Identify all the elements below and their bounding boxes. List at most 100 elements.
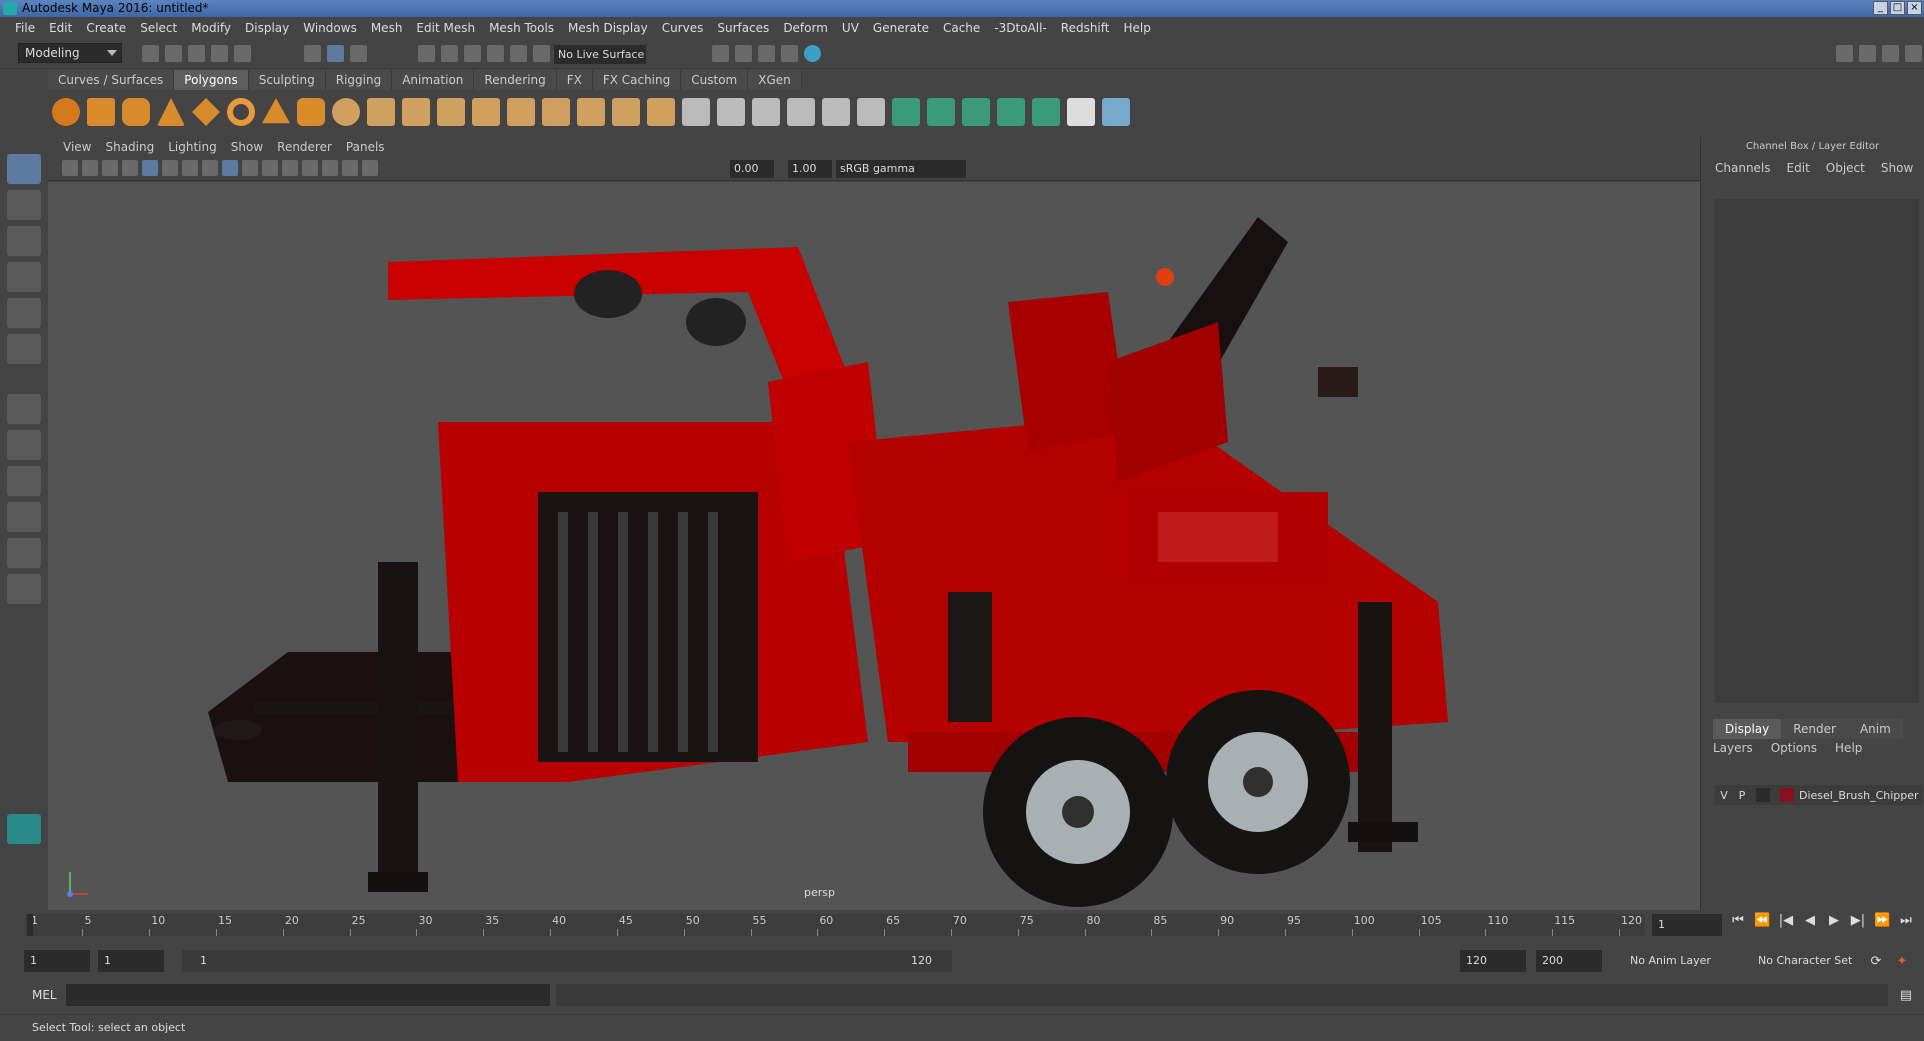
mode-selector[interactable]: Modeling bbox=[18, 43, 122, 63]
shelf-tab-sculpting[interactable]: Sculpting bbox=[248, 70, 326, 90]
render-settings-icon[interactable] bbox=[758, 45, 775, 62]
channel-menu-edit[interactable]: Edit bbox=[1787, 157, 1810, 179]
combine-icon[interactable] bbox=[332, 98, 360, 126]
xray-icon[interactable] bbox=[342, 160, 358, 176]
go-to-end-icon[interactable]: ⏭ bbox=[1898, 913, 1914, 929]
shelf-tab-rendering[interactable]: Rendering bbox=[474, 70, 557, 90]
modeling-toolkit-icon[interactable] bbox=[1836, 45, 1853, 62]
layer-visibility-toggle[interactable]: V bbox=[1715, 789, 1733, 802]
play-backwards-icon[interactable]: ◀ bbox=[1802, 913, 1818, 929]
rotate-tool-icon[interactable] bbox=[7, 298, 41, 328]
anim-preferences-icon[interactable]: ✦ bbox=[1894, 954, 1910, 970]
poly-sphere-icon[interactable] bbox=[52, 98, 80, 126]
graph-layout-icon[interactable] bbox=[7, 538, 41, 568]
gamma-field[interactable]: 1.00 bbox=[788, 160, 832, 178]
poke-icon[interactable] bbox=[787, 98, 815, 126]
viewport-menu-panels[interactable]: Panels bbox=[339, 140, 392, 154]
menu-modify[interactable]: Modify bbox=[184, 21, 238, 35]
viewport-menu-shading[interactable]: Shading bbox=[98, 140, 161, 154]
playback-start-field[interactable]: 1 bbox=[98, 950, 164, 972]
uv-editor-icon[interactable] bbox=[1102, 98, 1130, 126]
multi-cut-icon[interactable] bbox=[682, 98, 710, 126]
menu-help[interactable]: Help bbox=[1116, 21, 1157, 35]
exposure-field[interactable]: 0.00 bbox=[730, 160, 774, 178]
layer-tab-anim[interactable]: Anim bbox=[1847, 719, 1903, 739]
select-component-icon[interactable] bbox=[350, 45, 367, 62]
play-forwards-icon[interactable]: ▶ bbox=[1826, 913, 1842, 929]
fill-hole-icon[interactable] bbox=[647, 98, 675, 126]
scale-tool-icon[interactable] bbox=[7, 334, 41, 364]
viewport-panel[interactable]: View Shading Lighting Show Renderer Panels 0.… bbox=[48, 137, 1700, 910]
shelf-tab-xgen[interactable]: XGen bbox=[748, 70, 802, 90]
paint-select-tool-icon[interactable] bbox=[7, 226, 41, 256]
smooth-icon[interactable] bbox=[437, 98, 465, 126]
hypershade-icon[interactable] bbox=[781, 45, 798, 62]
new-scene-icon[interactable] bbox=[142, 45, 159, 62]
playback-end-field[interactable]: 120 bbox=[1460, 950, 1526, 972]
isolate-select-icon[interactable] bbox=[322, 160, 338, 176]
redo-icon[interactable] bbox=[234, 45, 251, 62]
extrude-icon[interactable] bbox=[577, 98, 605, 126]
ipr-render-icon[interactable] bbox=[735, 45, 752, 62]
poly-plane-icon[interactable] bbox=[192, 98, 220, 126]
viewport-menu-lighting[interactable]: Lighting bbox=[161, 140, 224, 154]
menu-mesh[interactable]: Mesh bbox=[364, 21, 410, 35]
render-view-icon[interactable] bbox=[804, 45, 821, 62]
shelf-tab-fx-caching[interactable]: FX Caching bbox=[592, 70, 682, 90]
hypershade-layout-icon[interactable] bbox=[7, 574, 41, 604]
resolution-gate-icon[interactable] bbox=[182, 160, 198, 176]
menu-cache[interactable]: Cache bbox=[936, 21, 987, 35]
wedge-icon[interactable] bbox=[822, 98, 850, 126]
end-time-field[interactable]: 200 bbox=[1536, 950, 1602, 972]
shelf-tab-custom[interactable]: Custom bbox=[681, 70, 749, 90]
poly-cylinder-icon[interactable] bbox=[122, 98, 150, 126]
menu-redshift[interactable]: Redshift bbox=[1054, 21, 1117, 35]
layer-color-swatch[interactable] bbox=[1780, 788, 1794, 802]
snap-grid-icon[interactable] bbox=[418, 45, 435, 62]
save-scene-icon[interactable] bbox=[188, 45, 205, 62]
separate-icon[interactable] bbox=[367, 98, 395, 126]
render-frame-icon[interactable] bbox=[712, 45, 729, 62]
uv-planar-icon[interactable] bbox=[892, 98, 920, 126]
anim-layer-dropdown[interactable]: No Anim Layer bbox=[1624, 950, 1744, 972]
3d-scene[interactable]: persp bbox=[48, 182, 1700, 910]
menu-edit-mesh[interactable]: Edit Mesh bbox=[409, 21, 482, 35]
mel-input[interactable] bbox=[66, 984, 550, 1006]
bookmark-icon[interactable] bbox=[102, 160, 118, 176]
step-forward-frame-icon[interactable]: ▶| bbox=[1850, 913, 1866, 929]
menu-generate[interactable]: Generate bbox=[866, 21, 936, 35]
go-to-start-icon[interactable]: ⏮ bbox=[1730, 913, 1746, 929]
close-button[interactable]: × bbox=[1907, 1, 1922, 15]
menu-display[interactable]: Display bbox=[238, 21, 296, 35]
smooth-shade-icon[interactable] bbox=[222, 160, 238, 176]
viewport-menu-show[interactable]: Show bbox=[224, 140, 270, 154]
target-weld-icon[interactable] bbox=[857, 98, 885, 126]
tool-settings-icon[interactable] bbox=[1882, 45, 1899, 62]
shadows-icon[interactable] bbox=[282, 160, 298, 176]
exposure-icon[interactable] bbox=[362, 160, 378, 176]
layer-menu-options[interactable]: Options bbox=[1771, 741, 1817, 755]
menu-windows[interactable]: Windows bbox=[296, 21, 364, 35]
shelf-tab-polygons[interactable]: Polygons bbox=[174, 70, 249, 90]
layer-tab-render[interactable]: Render bbox=[1781, 719, 1848, 739]
layer-tab-display[interactable]: Display bbox=[1713, 719, 1782, 739]
snap-curve-icon[interactable] bbox=[441, 45, 458, 62]
outliner-layout-icon[interactable] bbox=[7, 502, 41, 532]
snap-surface-icon[interactable] bbox=[510, 45, 527, 62]
menu-edit[interactable]: Edit bbox=[42, 21, 79, 35]
select-hierarchy-icon[interactable] bbox=[304, 45, 321, 62]
snap-point-icon[interactable] bbox=[464, 45, 481, 62]
poly-torus-icon[interactable] bbox=[227, 98, 255, 126]
uv-cylindrical-icon[interactable] bbox=[927, 98, 955, 126]
insert-edge-loop-icon[interactable] bbox=[717, 98, 745, 126]
two-pane-layout-icon[interactable] bbox=[7, 466, 41, 496]
menu-file[interactable]: File bbox=[8, 21, 42, 35]
viewport-menu-renderer[interactable]: Renderer bbox=[270, 140, 339, 154]
shelf-tab-rigging[interactable]: Rigging bbox=[325, 70, 393, 90]
menu-mesh-tools[interactable]: Mesh Tools bbox=[482, 21, 561, 35]
snap-view-icon[interactable] bbox=[487, 45, 504, 62]
channel-box-icon[interactable] bbox=[1905, 45, 1922, 62]
layer-menu-help[interactable]: Help bbox=[1835, 741, 1862, 755]
grid-icon[interactable] bbox=[142, 160, 158, 176]
character-set-dropdown[interactable]: No Character Set bbox=[1752, 950, 1872, 972]
